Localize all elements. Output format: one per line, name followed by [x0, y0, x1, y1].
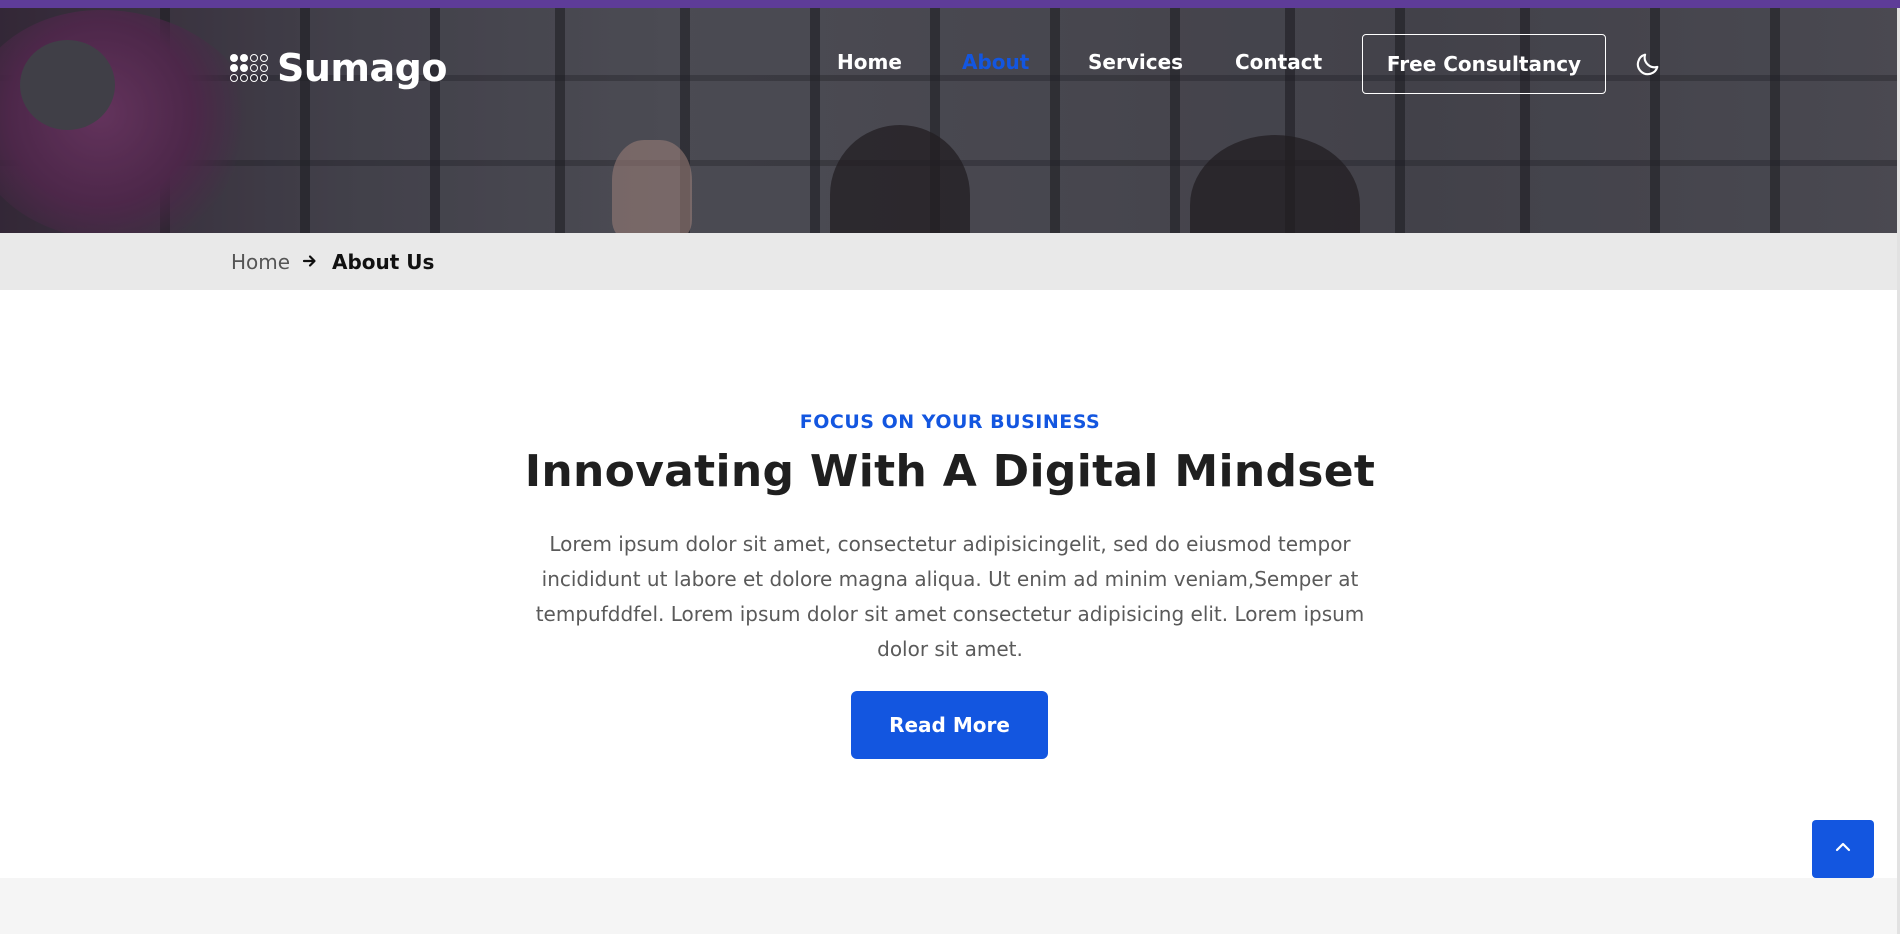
read-more-button[interactable]: Read More [851, 691, 1048, 759]
next-section-strip [0, 878, 1900, 934]
scroll-to-top-button[interactable] [1812, 820, 1874, 878]
section-eyebrow: FOCUS ON YOUR BUSINESS [799, 411, 1101, 433]
hero-banner [0, 0, 1900, 233]
breadcrumb-home-link[interactable]: Home [231, 250, 290, 274]
arrow-right-icon [302, 253, 318, 269]
free-consultancy-button[interactable]: Free Consultancy [1362, 34, 1606, 94]
section-description: Lorem ipsum dolor sit amet, consectetur … [535, 532, 1365, 661]
page-title: Innovating With A Digital Mindset [524, 446, 1376, 497]
chevron-up-icon [1833, 837, 1853, 861]
nav-contact[interactable]: Contact [1235, 50, 1322, 74]
top-accent-bar [0, 0, 1900, 8]
breadcrumb-current: About Us [332, 250, 435, 274]
nav-about[interactable]: About [962, 50, 1029, 74]
brand-logo[interactable]: Sumago [230, 46, 447, 90]
nav-services[interactable]: Services [1088, 50, 1183, 74]
nav-home[interactable]: Home [837, 50, 902, 74]
dots-grid-logo-icon [230, 53, 269, 83]
moon-icon[interactable] [1634, 50, 1662, 78]
brand-name: Sumago [277, 46, 447, 90]
